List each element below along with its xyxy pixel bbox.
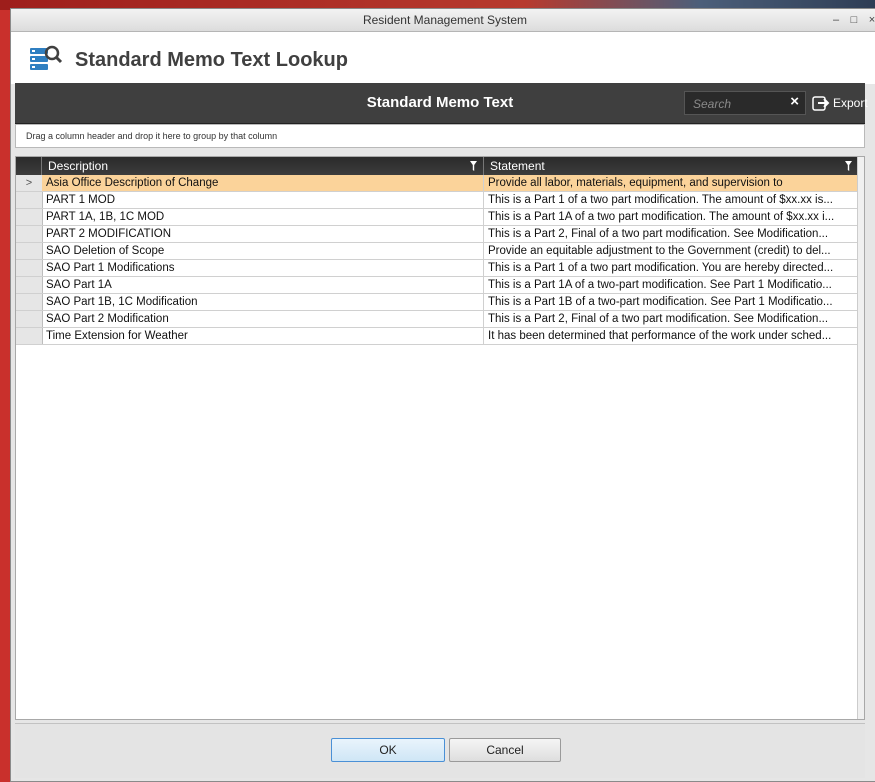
filter-icon[interactable] — [845, 161, 852, 171]
close-button[interactable]: × — [865, 9, 875, 31]
cell-statement[interactable]: Provide all labor, materials, equipment,… — [484, 175, 859, 191]
row-indicator — [16, 294, 43, 310]
cell-statement[interactable]: This is a Part 1 of a two part modificat… — [484, 260, 859, 276]
row-indicator — [16, 311, 43, 327]
table-row[interactable]: SAO Deletion of Scope Provide an equitab… — [16, 243, 859, 260]
dialog-footer: OK Cancel — [15, 723, 865, 778]
cell-description[interactable]: SAO Part 2 Modification — [42, 311, 484, 327]
export-icon — [812, 96, 830, 111]
table-row[interactable]: SAO Part 2 Modification This is a Part 2… — [16, 311, 859, 328]
window-titlebar[interactable]: Resident Management System – □ × — [11, 9, 875, 32]
search-input[interactable] — [691, 94, 787, 114]
cell-description[interactable]: SAO Deletion of Scope — [42, 243, 484, 259]
column-header-statement-label: Statement — [490, 159, 545, 173]
row-indicator — [16, 243, 43, 259]
column-header-statement[interactable]: Statement — [484, 157, 859, 175]
page-header: Standard Memo Text Lookup — [11, 32, 875, 84]
column-header-description[interactable]: Description — [42, 157, 484, 175]
maximize-button[interactable]: □ — [847, 9, 861, 31]
ok-button[interactable]: OK — [331, 738, 445, 762]
cell-statement[interactable]: This is a Part 2, Final of a two part mo… — [484, 226, 859, 242]
table-row[interactable]: SAO Part 1A This is a Part 1A of a two-p… — [16, 277, 859, 294]
vertical-scrollbar[interactable] — [857, 157, 864, 719]
export-label: Export — [833, 96, 868, 110]
search-box: × — [684, 91, 806, 115]
grid-header-row: Description Statement — [16, 157, 859, 175]
table-row[interactable]: PART 1A, 1B, 1C MOD This is a Part 1A of… — [16, 209, 859, 226]
row-indicator — [16, 328, 43, 344]
database-search-icon — [30, 45, 63, 70]
table-row[interactable]: SAO Part 1B, 1C Modification This is a P… — [16, 294, 859, 311]
minimize-button[interactable]: – — [829, 9, 843, 31]
column-header-description-label: Description — [48, 159, 109, 173]
row-indicator: > — [16, 175, 43, 191]
clear-search-icon[interactable]: × — [790, 93, 799, 110]
cell-statement[interactable]: This is a Part 1 of a two part modificat… — [484, 192, 859, 208]
table-row[interactable]: PART 2 MODIFICATION This is a Part 2, Fi… — [16, 226, 859, 243]
group-by-panel[interactable]: Drag a column header and drop it here to… — [15, 124, 865, 148]
cell-description[interactable]: SAO Part 1 Modifications — [42, 260, 484, 276]
page-title: Standard Memo Text Lookup — [75, 49, 348, 71]
table-row[interactable]: > Asia Office Description of Change Prov… — [16, 175, 859, 192]
export-button[interactable]: Export — [812, 91, 868, 115]
cell-statement[interactable]: This is a Part 2, Final of a two part mo… — [484, 311, 859, 327]
cancel-button[interactable]: Cancel — [449, 738, 561, 762]
cell-description[interactable]: SAO Part 1B, 1C Modification — [42, 294, 484, 310]
cell-description[interactable]: Asia Office Description of Change — [42, 175, 484, 191]
row-indicator — [16, 226, 43, 242]
table-row[interactable]: SAO Part 1 Modifications This is a Part … — [16, 260, 859, 277]
cell-statement[interactable]: It has been determined that performance … — [484, 328, 859, 344]
cell-statement[interactable]: This is a Part 1A of a two-part modifica… — [484, 277, 859, 293]
filter-icon[interactable] — [470, 161, 477, 171]
row-indicator — [16, 192, 43, 208]
indicator-header — [16, 157, 42, 175]
table-row[interactable]: PART 1 MOD This is a Part 1 of a two par… — [16, 192, 859, 209]
cell-description[interactable]: PART 1 MOD — [42, 192, 484, 208]
row-indicator — [16, 209, 43, 225]
cell-description[interactable]: PART 2 MODIFICATION — [42, 226, 484, 242]
grid-rows: > Asia Office Description of Change Prov… — [16, 175, 859, 345]
data-grid: Description Statement > Asia Office Desc… — [15, 156, 865, 720]
grid-toolbar: Standard Memo Text × Export — [15, 83, 868, 124]
cell-description[interactable]: PART 1A, 1B, 1C MOD — [42, 209, 484, 225]
row-indicator — [16, 260, 43, 276]
cell-description[interactable]: SAO Part 1A — [42, 277, 484, 293]
table-row[interactable]: Time Extension for Weather It has been d… — [16, 328, 859, 345]
dialog-window: Resident Management System – □ × Standar… — [10, 8, 875, 782]
cell-statement[interactable]: This is a Part 1B of a two-part modifica… — [484, 294, 859, 310]
cell-statement[interactable]: This is a Part 1A of a two part modifica… — [484, 209, 859, 225]
cell-description[interactable]: Time Extension for Weather — [42, 328, 484, 344]
cell-statement[interactable]: Provide an equitable adjustment to the G… — [484, 243, 859, 259]
row-indicator — [16, 277, 43, 293]
window-title: Resident Management System — [362, 13, 528, 27]
